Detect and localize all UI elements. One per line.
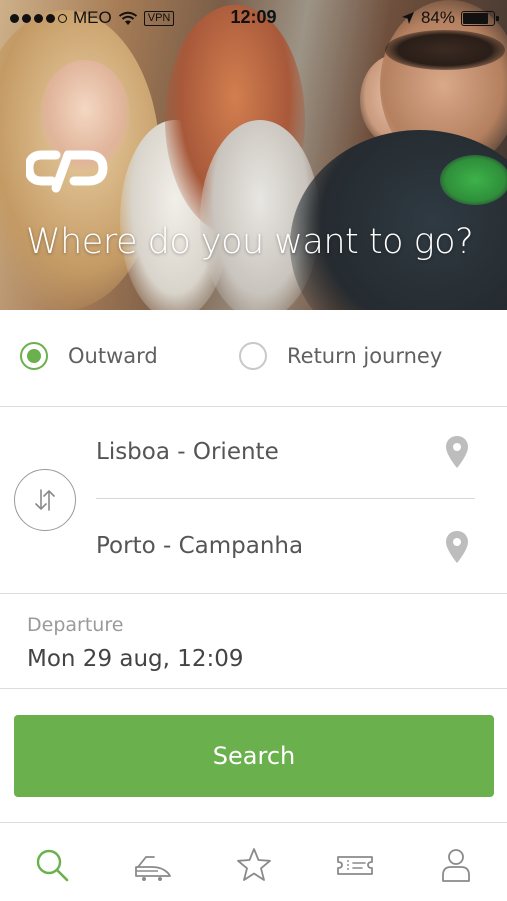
tab-trains[interactable] xyxy=(131,843,175,887)
location-pin-icon[interactable] xyxy=(445,530,469,564)
location-arrow-icon xyxy=(401,12,414,24)
departure-datetime-field[interactable]: Departure Mon 29 aug, 12:09 xyxy=(0,594,507,689)
battery-icon xyxy=(461,10,499,26)
battery-percentage: 84% xyxy=(420,8,455,27)
search-button[interactable]: Search xyxy=(14,715,494,797)
station-divider xyxy=(96,498,475,499)
hero-title: Where do you want to go? xyxy=(26,222,474,262)
journey-type-selector: Outward Return journey xyxy=(0,310,507,407)
route-section: Lisboa - Oriente Porto - Campanha xyxy=(0,407,507,594)
status-bar: MEO VPN 12:09 84% xyxy=(0,0,507,36)
tab-search[interactable] xyxy=(30,843,74,887)
ticket-icon xyxy=(337,856,373,875)
tab-profile[interactable] xyxy=(434,843,478,887)
departure-value: Mon 29 aug, 12:09 xyxy=(27,646,244,672)
origin-station-field[interactable]: Lisboa - Oriente xyxy=(96,439,279,465)
location-pin-icon[interactable] xyxy=(445,435,469,469)
tab-tickets[interactable] xyxy=(333,843,377,887)
hero-banner: MEO VPN 12:09 84% Where do you want to g… xyxy=(0,0,507,310)
radio-selected-icon xyxy=(20,342,48,370)
return-journey-label: Return journey xyxy=(287,344,443,368)
return-journey-radio[interactable]: Return journey xyxy=(239,342,442,370)
tab-favorites[interactable] xyxy=(232,843,276,887)
outward-radio[interactable]: Outward xyxy=(20,342,158,370)
train-icon xyxy=(135,856,171,881)
outward-label: Outward xyxy=(68,344,158,368)
user-icon xyxy=(442,849,470,882)
swap-stations-button[interactable] xyxy=(14,469,76,531)
cp-logo xyxy=(26,150,108,193)
hero-photo-shape xyxy=(440,155,507,205)
swap-arrows-icon xyxy=(35,489,55,511)
hero-photo-shape xyxy=(385,30,505,70)
tab-bar xyxy=(0,822,507,901)
radio-unselected-icon xyxy=(239,342,267,370)
search-icon xyxy=(36,849,69,882)
star-icon xyxy=(237,848,271,881)
destination-station-field[interactable]: Porto - Campanha xyxy=(96,533,303,559)
departure-label: Departure xyxy=(27,614,124,636)
